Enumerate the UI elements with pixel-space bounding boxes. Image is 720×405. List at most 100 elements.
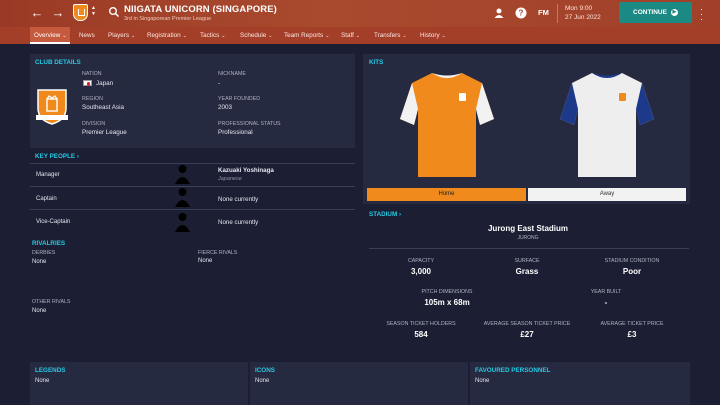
nickname-label: NICKNAME [218, 71, 246, 77]
pitch-dimensions-value: 105m x 68m [424, 298, 470, 307]
fierce-rivals-label: FIERCE RIVALS [198, 250, 238, 256]
chevron-down-icon: ⌄ [325, 33, 330, 39]
home-kit-tab[interactable]: Home [367, 188, 526, 201]
avg-season-ticket-price-value: £27 [520, 330, 534, 339]
stadium-name[interactable]: Jurong East Stadium [369, 224, 687, 233]
chevron-down-icon: ⌄ [62, 33, 67, 39]
surface-value: Grass [515, 267, 539, 276]
favoured-personnel-value: None [475, 378, 490, 384]
region-label: REGION [82, 96, 103, 102]
stadium-condition-stat: STADIUM CONDITION Poor [577, 258, 687, 276]
avg-season-ticket-price-label: AVERAGE SEASON TICKET PRICE [483, 321, 571, 327]
forward-arrow-icon[interactable]: → [50, 5, 66, 21]
continue-label: CONTINUE [633, 9, 667, 16]
tab-history[interactable]: History ⌄ [416, 27, 450, 44]
manager-nationality: Japanese [218, 176, 242, 182]
svg-text:?: ? [519, 9, 524, 18]
vice-captain-role: Vice-Captain [36, 219, 71, 225]
division-value[interactable]: Premier League [82, 129, 127, 136]
tab-team-reports-label: Team Reports [284, 32, 324, 39]
capacity-label: CAPACITY [407, 258, 435, 264]
person-silhouette-icon [175, 188, 190, 207]
chevron-down-icon: ⌄ [221, 33, 226, 39]
avg-ticket-price-label: AVERAGE TICKET PRICE [600, 321, 664, 327]
away-kit-tab[interactable]: Away [528, 188, 686, 201]
divider [30, 163, 355, 164]
help-icon[interactable]: ? [515, 7, 527, 19]
tab-overview[interactable]: Overview ⌄ [30, 27, 71, 44]
legends-value: None [35, 378, 50, 384]
year-founded-value: 2003 [218, 104, 233, 111]
chevron-down-icon: ⌄ [441, 33, 446, 39]
capacity-value: 3,000 [410, 267, 432, 276]
chevron-down-icon: ⌄ [131, 33, 136, 39]
search-icon[interactable] [108, 6, 120, 18]
nickname-value: - [218, 80, 221, 87]
club-crest-large-icon [36, 89, 68, 125]
tab-schedule[interactable]: Schedule ⌄ [236, 27, 276, 44]
tab-players[interactable]: Players ⌄ [104, 27, 139, 44]
favoured-personnel-title: FAVOURED PERSONNEL [475, 367, 551, 374]
nation-value[interactable]: Japan [96, 80, 113, 87]
professional-status-value: Professional [218, 129, 253, 136]
away-kit-shirt[interactable] [558, 69, 656, 181]
home-kit-shirt[interactable] [398, 69, 496, 181]
icons-title: ICONS [255, 367, 275, 374]
captain-role: Captain [36, 196, 57, 202]
chevron-down-icon: ⌄ [268, 33, 273, 39]
back-arrow-icon[interactable]: ← [29, 5, 45, 21]
avg-ticket-price-value: £3 [627, 330, 637, 339]
more-icon[interactable]: · · · [700, 5, 703, 24]
other-rivals-value: None [32, 308, 47, 314]
nation-label: NATION [82, 71, 102, 77]
stadium-location: JURONG [517, 235, 539, 241]
vice-captain-name: None currently [218, 219, 259, 226]
tab-news[interactable]: News [75, 27, 99, 44]
key-people-title[interactable]: KEY PEOPLE › [35, 153, 79, 160]
club-switch-chevron-icon[interactable]: ▲ ▼ [91, 5, 96, 17]
tab-players-label: Players [108, 32, 129, 39]
manager-icon[interactable] [493, 7, 505, 19]
divider [369, 248, 689, 249]
tab-schedule-label: Schedule [240, 32, 267, 39]
pitch-dimensions-label: PITCH DIMENSIONS [421, 289, 473, 295]
pitch-dimensions-stat: PITCH DIMENSIONS 105m x 68m [392, 289, 502, 307]
season-ticket-holders-value: 584 [414, 330, 428, 339]
divider [30, 209, 355, 210]
tab-news-label: News [79, 32, 95, 39]
region-value: Southeast Asia [82, 104, 125, 111]
icons-panel [250, 362, 468, 405]
chevron-down-icon: ⌄ [182, 33, 187, 39]
continue-button[interactable]: CONTINUE ▶ [619, 2, 692, 23]
club-crest-icon[interactable] [73, 4, 88, 21]
divider [30, 186, 355, 187]
tab-staff-label: Staff [341, 32, 354, 39]
stadium-title[interactable]: STADIUM › [369, 211, 401, 218]
tab-team-reports[interactable]: Team Reports ⌄ [280, 27, 333, 44]
derbies-label: DERBIES [32, 250, 56, 256]
manager-name[interactable]: Kazuaki Yoshinaga [218, 167, 274, 174]
continue-icon: ▶ [670, 9, 678, 16]
year-built-value: - [604, 298, 608, 307]
surface-label: SURFACE [514, 258, 540, 264]
tab-transfers[interactable]: Transfers ⌄ [370, 27, 411, 44]
professional-status-label: PROFESSIONAL STATUS [218, 121, 281, 127]
tab-registration[interactable]: Registration ⌄ [143, 27, 191, 44]
rivalries-title: RIVALRIES [32, 240, 66, 247]
club-league-position: 3rd in Singaporean Premier League [124, 16, 212, 22]
year-founded-label: YEAR FOUNDED [218, 96, 261, 102]
japan-flag-icon [83, 80, 92, 86]
tab-history-label: History [420, 32, 440, 39]
chevron-down-icon: ⌄ [355, 33, 361, 39]
header-divider [557, 4, 558, 23]
manager-role: Manager [36, 172, 60, 178]
fm-logo-icon[interactable]: FM [538, 8, 549, 17]
chevron-down-icon: ⌄ [402, 33, 407, 39]
tab-staff[interactable]: Staff ⌄ [337, 27, 364, 44]
game-day-time: Mon 9:00 [565, 5, 593, 12]
tab-tactics[interactable]: Tactics ⌄ [196, 27, 229, 44]
fierce-rivals-value: None [198, 258, 213, 264]
person-silhouette-icon [175, 213, 190, 232]
top-header: ← → ▲ ▼ NIIGATA UNICORN (SINGAPORE) 3rd i… [0, 0, 720, 27]
other-rivals-label: OTHER RIVALS [32, 299, 71, 305]
